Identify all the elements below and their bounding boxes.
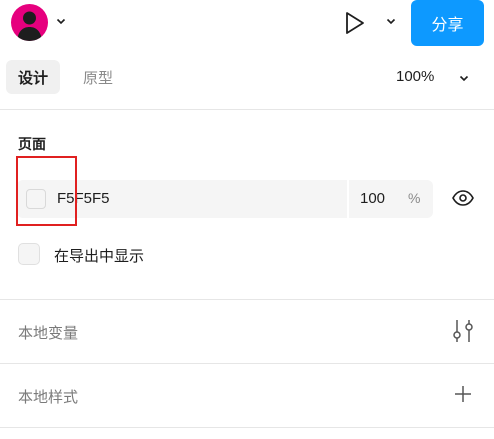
tab-prototype[interactable]: 原型 (71, 60, 125, 94)
chevron-down-icon[interactable] (458, 72, 470, 84)
divider (0, 299, 494, 300)
plus-icon[interactable] (454, 385, 472, 403)
tab-design[interactable]: 设计 (6, 60, 61, 94)
share-button[interactable]: 分享 (411, 0, 484, 46)
divider (0, 109, 494, 110)
local-variables-label: 本地变量 (18, 325, 79, 342)
opacity-unit: % (408, 190, 421, 206)
page-fill-row[interactable]: F5F5F5 100 % (17, 180, 433, 218)
eye-icon[interactable] (451, 188, 475, 208)
adjust-sliders-icon[interactable] (452, 318, 474, 344)
chevron-down-icon[interactable] (55, 15, 67, 27)
panel-tabs: 设计 原型 100% (0, 58, 494, 98)
show-in-export-checkbox[interactable] (18, 243, 40, 265)
field-separator (347, 180, 349, 218)
chevron-down-icon[interactable] (385, 15, 397, 27)
page-section-title: 页面 (18, 136, 46, 152)
show-in-export-label: 在导出中显示 (54, 248, 145, 265)
divider (0, 363, 494, 364)
top-bar: 分享 (0, 0, 494, 46)
user-avatar[interactable] (11, 4, 48, 41)
fill-opacity-input[interactable]: 100 (360, 190, 385, 207)
zoom-level[interactable]: 100% (396, 68, 434, 85)
divider (0, 427, 494, 428)
person-icon (17, 11, 42, 41)
highlight-annotation (16, 156, 77, 226)
play-icon[interactable] (341, 10, 367, 36)
local-styles-label: 本地样式 (18, 389, 79, 406)
